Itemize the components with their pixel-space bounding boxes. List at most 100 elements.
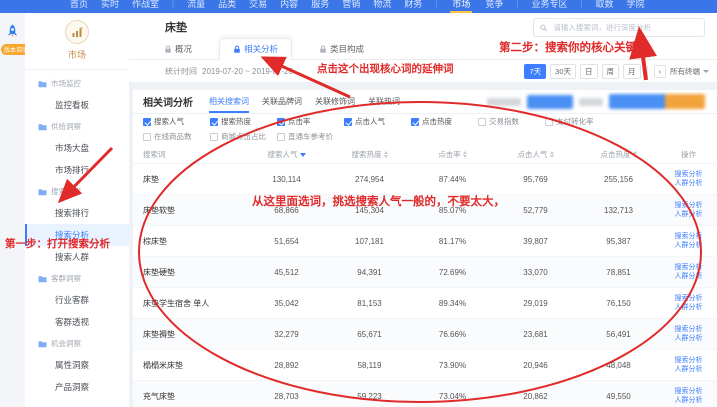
page-tab[interactable]: 概况 xyxy=(151,39,205,59)
column-header[interactable]: 搜索人气 xyxy=(245,149,328,160)
nav-item[interactable]: 首页 xyxy=(70,0,88,13)
action-link[interactable]: 搜索分析 xyxy=(675,202,703,210)
range-button[interactable]: 日 xyxy=(580,64,598,79)
checkbox-icon[interactable] xyxy=(478,118,486,126)
metric-checkbox[interactable]: 商城点击占比 xyxy=(210,131,277,142)
sidebar-item[interactable]: 监控看板 xyxy=(25,94,129,116)
checkbox-icon[interactable] xyxy=(277,133,285,141)
range-button[interactable]: 7天 xyxy=(524,64,546,79)
column-header[interactable]: 操作 xyxy=(660,149,717,160)
nav-item[interactable]: 服务 xyxy=(311,0,329,13)
blurred-button-group[interactable] xyxy=(609,94,705,109)
sort-desc-icon[interactable] xyxy=(300,153,306,157)
action-link[interactable]: 人群分析 xyxy=(675,304,703,312)
range-button[interactable]: 周 xyxy=(602,64,620,79)
action-link[interactable]: 人群分析 xyxy=(675,335,703,343)
metric-checkbox[interactable]: 直通车参考价 xyxy=(277,131,344,142)
range-button[interactable]: 月 xyxy=(623,64,641,79)
blurred-orange-button[interactable] xyxy=(665,94,705,109)
metric-checkbox[interactable]: 在线商品数 xyxy=(143,131,210,142)
sidebar-item[interactable]: 搜索人群 xyxy=(25,246,129,268)
checkbox-icon[interactable] xyxy=(344,118,352,126)
action-link[interactable]: 搜索分析 xyxy=(675,233,703,241)
action-link[interactable]: 搜索分析 xyxy=(675,295,703,303)
checkbox-icon[interactable] xyxy=(143,118,151,126)
search-box[interactable] xyxy=(533,18,705,37)
search-input[interactable] xyxy=(551,22,698,33)
checkbox-icon[interactable] xyxy=(545,118,553,126)
panel-subtab[interactable]: 关联修饰词 xyxy=(315,90,355,113)
nav-item[interactable]: 流量 xyxy=(187,0,205,13)
action-link[interactable]: 人群分析 xyxy=(675,273,703,281)
sort-icon[interactable] xyxy=(463,151,467,158)
metric-checkbox[interactable]: 点击热度 xyxy=(411,116,478,127)
action-link[interactable]: 人群分析 xyxy=(675,366,703,374)
nav-item[interactable]: 取数 xyxy=(596,0,614,13)
sidebar-item[interactable]: 行业客群 xyxy=(25,289,129,311)
checkbox-icon[interactable] xyxy=(143,133,151,141)
cell-search-term: 床垫 xyxy=(133,174,245,185)
nav-item[interactable]: 竞争 xyxy=(485,0,503,13)
panel-subtab[interactable]: 相关搜索词 xyxy=(209,90,249,113)
page-tab[interactable]: 类目构成 xyxy=(306,39,377,59)
metric-label: 支付转化率 xyxy=(556,116,594,127)
sort-icon[interactable] xyxy=(384,151,388,158)
metric-checkbox[interactable]: 点击率 xyxy=(277,116,344,127)
sidebar-item[interactable]: 客群透视 xyxy=(25,311,129,333)
nav-item[interactable]: 营销 xyxy=(342,0,360,13)
checkbox-icon[interactable] xyxy=(210,118,218,126)
nav-item[interactable]: 内容 xyxy=(280,0,298,13)
nav-item[interactable]: 财务 xyxy=(404,0,422,13)
divider xyxy=(647,66,648,76)
column-header[interactable]: 搜索热度 xyxy=(328,149,411,160)
checkbox-icon[interactable] xyxy=(411,118,419,126)
checkbox-icon[interactable] xyxy=(277,118,285,126)
action-link[interactable]: 搜索分析 xyxy=(675,357,703,365)
sidebar-item[interactable]: 市场排行 xyxy=(25,159,129,181)
action-link[interactable]: 搜索分析 xyxy=(675,264,703,272)
sidebar-item[interactable]: 搜索分析 xyxy=(25,224,129,246)
action-link[interactable]: 人群分析 xyxy=(675,211,703,219)
metric-checkbox[interactable]: 支付转化率 xyxy=(545,116,612,127)
cell-value: 94,391 xyxy=(328,268,411,277)
sort-icon[interactable] xyxy=(633,151,637,158)
action-link[interactable]: 人群分析 xyxy=(675,242,703,250)
column-header[interactable]: 点击率 xyxy=(411,149,494,160)
blurred-blue-button[interactable] xyxy=(527,95,573,109)
action-link[interactable]: 搜索分析 xyxy=(675,171,703,179)
column-header[interactable]: 搜索词 xyxy=(133,149,245,160)
date-range-controls: 7天 30天日周月 › 所有终端 xyxy=(524,64,717,79)
range-button[interactable]: 30天 xyxy=(550,64,576,79)
metric-checkbox[interactable]: 点击人气 xyxy=(344,116,411,127)
column-header[interactable]: 点击人气 xyxy=(494,149,577,160)
nav-item[interactable]: 学院 xyxy=(627,0,645,13)
action-link[interactable]: 搜索分析 xyxy=(675,388,703,396)
nav-item[interactable]: 物流 xyxy=(373,0,391,13)
metric-checkbox[interactable]: 搜索热度 xyxy=(210,116,277,127)
action-link[interactable]: 搜索分析 xyxy=(675,326,703,334)
action-link[interactable]: 人群分析 xyxy=(675,180,703,188)
pager-next-button[interactable]: › xyxy=(654,65,667,78)
metric-checkbox[interactable]: 搜索人气 xyxy=(143,116,210,127)
nav-item[interactable]: 市场 xyxy=(450,0,472,13)
nav-item[interactable]: 实时 xyxy=(101,0,119,13)
sidebar-item[interactable]: 属性洞察 xyxy=(25,354,129,376)
sidebar-item[interactable]: 产品洞察 xyxy=(25,376,129,398)
sidebar-item[interactable]: 市场大盘 xyxy=(25,137,129,159)
panel-subtab[interactable]: 关联热词 xyxy=(368,90,400,113)
checkbox-icon[interactable] xyxy=(210,133,218,141)
rocket-icon[interactable] xyxy=(4,24,21,41)
nav-item[interactable]: 交易 xyxy=(249,0,267,13)
action-link[interactable]: 人群分析 xyxy=(675,397,703,405)
column-header[interactable]: 点击热度 xyxy=(577,149,660,160)
sort-icon[interactable] xyxy=(550,151,554,158)
nav-item[interactable]: 作战室 xyxy=(132,0,159,13)
sidebar-item[interactable]: 搜索排行 xyxy=(25,202,129,224)
metric-checkbox[interactable]: 交易指数 xyxy=(478,116,545,127)
nav-item[interactable]: 品类 xyxy=(218,0,236,13)
nav-item[interactable]: 业务专区 xyxy=(531,0,567,13)
terminal-dropdown[interactable]: 所有终端 xyxy=(670,66,709,77)
page-tab[interactable]: 相关分析 xyxy=(219,38,292,60)
panel-subtab[interactable]: 关联品牌词 xyxy=(262,90,302,113)
blurred-blue-button[interactable] xyxy=(609,94,665,109)
